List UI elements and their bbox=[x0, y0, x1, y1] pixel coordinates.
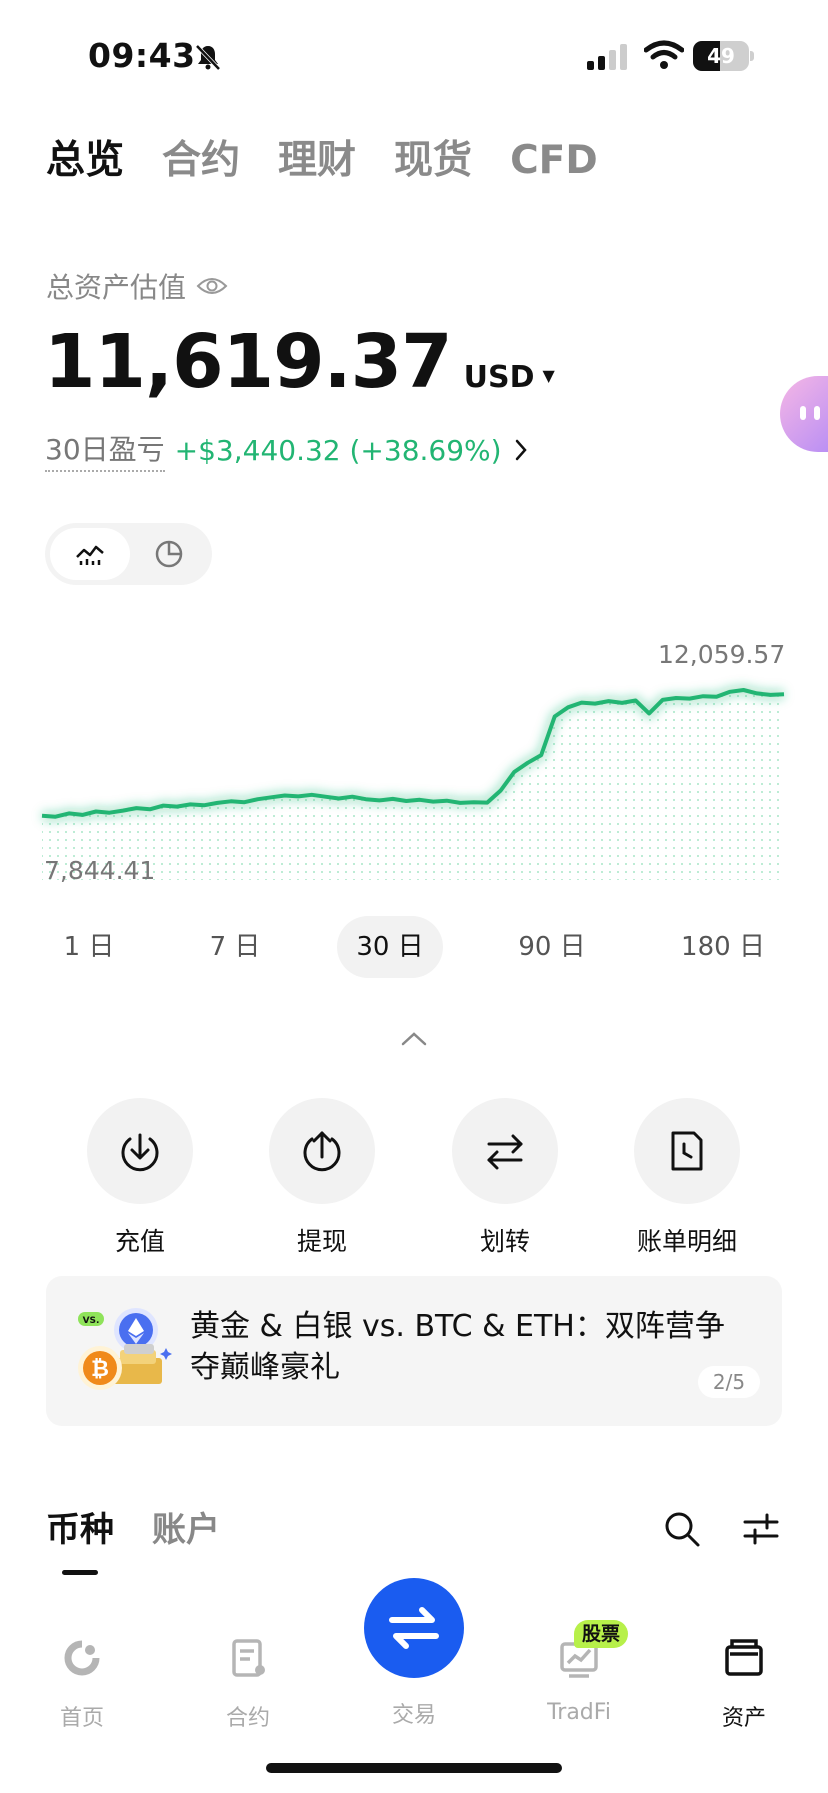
promo-text: 黄金 & 白银 vs. BTC & ETH：双阵营争夺巅峰豪礼 bbox=[190, 1309, 725, 1385]
tab-overview[interactable]: 总览 bbox=[46, 135, 124, 187]
portfolio-line-chart bbox=[41, 684, 785, 880]
eye-icon[interactable] bbox=[196, 275, 228, 297]
pie-chart-toggle[interactable] bbox=[129, 528, 209, 580]
bill-icon bbox=[671, 1131, 703, 1171]
vs-tag: VS. bbox=[83, 1316, 100, 1326]
range-1d[interactable]: 1 日 bbox=[44, 916, 134, 978]
stocks-badge: 股票 bbox=[574, 1620, 629, 1648]
total-assets-header: 总资产估值 bbox=[46, 266, 228, 306]
deposit-button[interactable]: 充值 bbox=[65, 1098, 215, 1258]
contract-icon bbox=[232, 1639, 265, 1677]
wifi-icon bbox=[644, 40, 684, 69]
tab-coins[interactable]: 币种 bbox=[46, 1502, 114, 1551]
tab-contract[interactable]: 合约 bbox=[162, 135, 240, 187]
line-chart-icon bbox=[76, 545, 104, 565]
banner-page-indicator: 2/5 bbox=[698, 1366, 760, 1398]
trade-button[interactable] bbox=[364, 1578, 464, 1678]
quick-actions: 充值 提现 划转 账单明细 bbox=[0, 1098, 828, 1256]
withdraw-label: 提现 bbox=[296, 1227, 347, 1256]
chart-view-toggle bbox=[45, 523, 212, 585]
nav-home-label: 首页 bbox=[59, 1706, 104, 1731]
nav-assets[interactable]: 资产 bbox=[684, 1636, 804, 1732]
transfer-label: 划转 bbox=[479, 1227, 530, 1256]
wallet-icon bbox=[725, 1639, 763, 1676]
range-180d[interactable]: 180 日 bbox=[670, 916, 776, 978]
holdings-tabs: 币种 账户 bbox=[46, 1502, 220, 1551]
nav-trade-label: 交易 bbox=[391, 1703, 436, 1728]
time-range-selector: 1 日 7 日 30 日 90 日 180 日 bbox=[0, 916, 828, 978]
deposit-icon bbox=[121, 1133, 159, 1172]
range-90d[interactable]: 90 日 bbox=[504, 916, 600, 978]
pnl-value: +$3,440.32 (+38.69%) bbox=[174, 433, 502, 467]
chevron-right-icon bbox=[515, 439, 527, 461]
tab-cfd[interactable]: CFD bbox=[510, 135, 598, 187]
bell-muted-icon bbox=[195, 44, 221, 71]
chart-area-fill bbox=[42, 690, 784, 880]
status-time: 09:43 bbox=[88, 36, 196, 75]
pnl-row[interactable]: 30日盈亏 +$3,440.32 (+38.69%) bbox=[45, 428, 528, 472]
tab-spot[interactable]: 现货 bbox=[394, 135, 472, 187]
svg-text:₿: ₿ bbox=[91, 1357, 109, 1382]
line-chart-toggle[interactable] bbox=[50, 528, 130, 580]
promo-banner[interactable]: VS. ₿ 黄金 & 白银 vs. BTC & ETH：双阵营争夺巅峰豪礼 2/… bbox=[46, 1276, 782, 1426]
battery-icon: 49 bbox=[693, 41, 755, 71]
home-icon bbox=[64, 1640, 100, 1676]
assistant-bubble[interactable] bbox=[780, 376, 828, 452]
nav-home[interactable]: 首页 bbox=[22, 1636, 142, 1732]
nav-tradfi-label: TradFi bbox=[547, 1700, 611, 1725]
currency-selector[interactable]: USD bbox=[464, 360, 535, 395]
active-tab-indicator bbox=[62, 1570, 98, 1575]
swap-arrows-icon bbox=[389, 1607, 439, 1649]
tab-earn[interactable]: 理财 bbox=[278, 135, 356, 187]
nav-assets-label: 资产 bbox=[721, 1706, 766, 1731]
pie-chart-icon bbox=[155, 540, 183, 568]
nav-tradfi[interactable]: TradFi bbox=[519, 1636, 639, 1725]
tab-accounts[interactable]: 账户 bbox=[152, 1502, 220, 1551]
balance-row: 11,619.37 USD ▼ bbox=[44, 322, 555, 402]
bill-details-label: 账单明细 bbox=[636, 1227, 737, 1256]
battery-level: 49 bbox=[707, 44, 735, 68]
nav-contract-label: 合约 bbox=[225, 1706, 270, 1731]
home-indicator bbox=[266, 1763, 562, 1773]
range-7d[interactable]: 7 日 bbox=[190, 916, 280, 978]
chart-min-label: 7,844.41 bbox=[44, 856, 156, 885]
withdraw-button[interactable]: 提现 bbox=[247, 1098, 397, 1258]
caret-down-icon[interactable]: ▼ bbox=[543, 366, 555, 385]
total-assets-label: 总资产估值 bbox=[46, 271, 187, 304]
bill-details-button[interactable]: 账单明细 bbox=[612, 1098, 762, 1258]
pnl-label: 30日盈亏 bbox=[45, 428, 165, 472]
promo-gold-vs-crypto-icon: VS. ₿ bbox=[78, 1308, 172, 1390]
chevron-up-icon[interactable] bbox=[400, 1030, 428, 1048]
total-balance: 11,619.37 bbox=[44, 319, 453, 405]
filter-sliders-icon[interactable] bbox=[743, 1512, 779, 1546]
cell-signal-icon bbox=[587, 44, 627, 70]
search-icon[interactable] bbox=[663, 1510, 701, 1548]
status-bar: 09:43 49 bbox=[0, 0, 828, 110]
deposit-label: 充值 bbox=[114, 1227, 165, 1256]
nav-contract[interactable]: 合约 bbox=[188, 1636, 308, 1732]
transfer-button[interactable]: 划转 bbox=[430, 1098, 580, 1258]
transfer-icon bbox=[487, 1134, 523, 1170]
top-tabs: 总览 合约 理财 现货 CFD bbox=[46, 135, 598, 187]
withdraw-icon bbox=[303, 1131, 341, 1172]
range-30d[interactable]: 30 日 bbox=[337, 916, 443, 978]
